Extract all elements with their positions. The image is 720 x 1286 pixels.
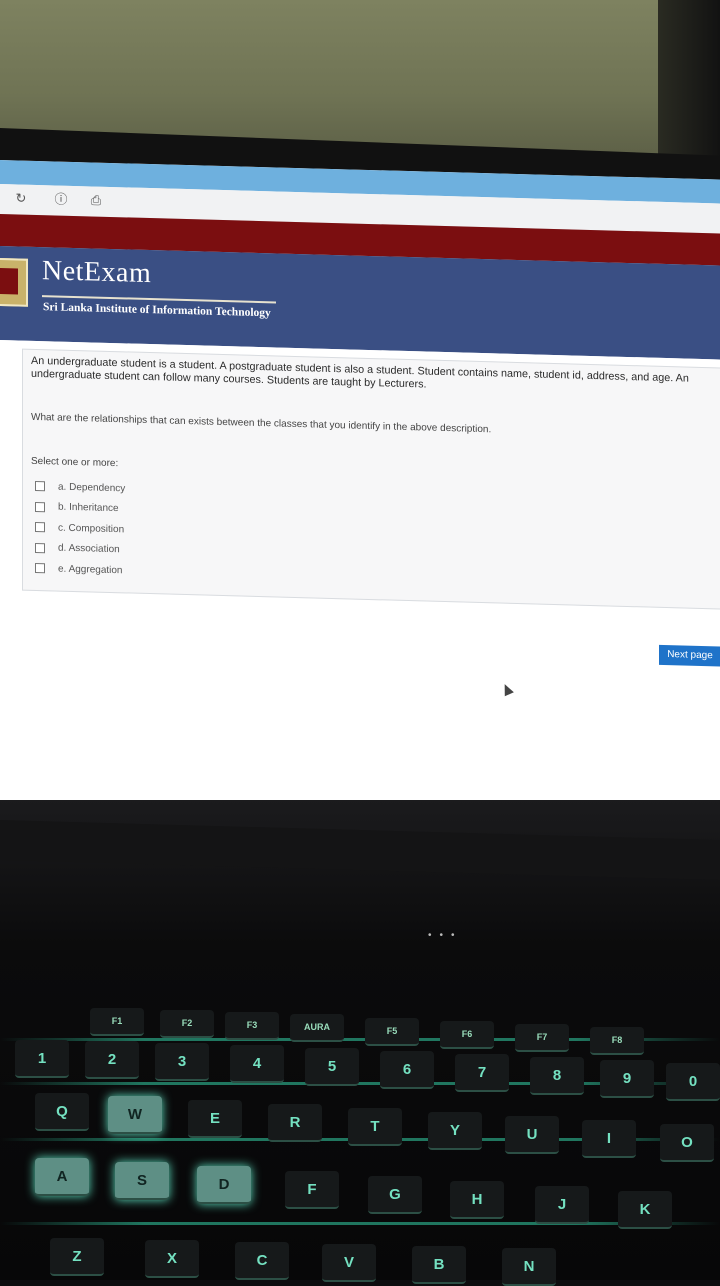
checkbox[interactable] bbox=[35, 563, 45, 574]
key-u[interactable]: U bbox=[505, 1116, 559, 1154]
select-instruction: Select one or more: bbox=[31, 455, 119, 470]
key-g[interactable]: G bbox=[368, 1176, 422, 1214]
page-icon[interactable]: ⎙ bbox=[87, 191, 105, 209]
key-3[interactable]: 3 bbox=[155, 1043, 209, 1081]
option-dependency[interactable]: a. Dependency bbox=[35, 476, 125, 499]
key-v[interactable]: V bbox=[322, 1244, 376, 1282]
brand-subtitle: Sri Lanka Institute of Information Techn… bbox=[43, 301, 271, 320]
answer-options: a. Dependency b. Inheritance c. Composit… bbox=[35, 476, 125, 581]
key-w[interactable]: W bbox=[108, 1096, 162, 1134]
option-label: e. Aggregation bbox=[58, 563, 123, 577]
key-q[interactable]: Q bbox=[35, 1093, 89, 1131]
checkbox[interactable] bbox=[35, 542, 45, 553]
key-o[interactable]: O bbox=[660, 1124, 714, 1162]
option-label: a. Dependency bbox=[58, 481, 126, 495]
key-s[interactable]: S bbox=[115, 1162, 169, 1200]
key-f2[interactable]: F2 bbox=[160, 1010, 214, 1038]
info-icon[interactable]: ⓘ bbox=[52, 190, 70, 208]
key-r[interactable]: R bbox=[268, 1104, 322, 1142]
key-5[interactable]: 5 bbox=[305, 1048, 359, 1086]
key-f3[interactable]: F3 bbox=[225, 1012, 279, 1040]
key-c[interactable]: C bbox=[235, 1242, 289, 1280]
key-f[interactable]: F bbox=[285, 1171, 339, 1209]
option-label: b. Inheritance bbox=[58, 501, 119, 515]
background-shadow bbox=[658, 0, 720, 175]
key-a[interactable]: A bbox=[35, 1158, 89, 1196]
key-7[interactable]: 7 bbox=[455, 1054, 509, 1092]
reload-icon[interactable]: ↻ bbox=[12, 189, 30, 207]
key-d[interactable]: D bbox=[197, 1166, 251, 1204]
key-i[interactable]: I bbox=[582, 1120, 636, 1158]
key-f7[interactable]: F7 bbox=[515, 1024, 569, 1052]
key-glow-line bbox=[0, 1222, 720, 1225]
key-n[interactable]: N bbox=[502, 1248, 556, 1286]
option-aggregation[interactable]: e. Aggregation bbox=[35, 558, 125, 581]
key-k[interactable]: K bbox=[618, 1191, 672, 1229]
question-box: An undergraduate student is a student. A… bbox=[22, 348, 720, 611]
brand-title: NetExam bbox=[42, 255, 152, 290]
key-x[interactable]: X bbox=[145, 1240, 199, 1278]
key-1[interactable]: 1 bbox=[15, 1040, 69, 1078]
status-leds: ••• bbox=[428, 930, 463, 941]
key-e[interactable]: E bbox=[188, 1100, 242, 1138]
question-text: An undergraduate student is a student. A… bbox=[31, 354, 689, 391]
key-f1[interactable]: F1 bbox=[90, 1008, 144, 1036]
key-4[interactable]: 4 bbox=[230, 1045, 284, 1083]
key-2[interactable]: 2 bbox=[85, 1041, 139, 1079]
option-composition[interactable]: c. Composition bbox=[35, 517, 125, 540]
key-j[interactable]: J bbox=[535, 1186, 589, 1224]
key-6[interactable]: 6 bbox=[380, 1051, 434, 1089]
key-h[interactable]: H bbox=[450, 1181, 504, 1219]
option-association[interactable]: d. Association bbox=[35, 537, 125, 560]
mouse-cursor-icon bbox=[500, 682, 514, 697]
option-inheritance[interactable]: b. Inheritance bbox=[35, 496, 125, 519]
checkbox[interactable] bbox=[35, 501, 45, 512]
sliit-logo-icon bbox=[0, 257, 28, 307]
option-label: d. Association bbox=[58, 542, 120, 556]
key-b[interactable]: B bbox=[412, 1246, 466, 1284]
question-prompt: What are the relationships that can exis… bbox=[31, 411, 492, 436]
option-label: c. Composition bbox=[58, 522, 125, 536]
laptop-screen: × ↻ ⓘ ⎙ NetExam Sri Lanka Institute of I… bbox=[0, 160, 720, 840]
key-z[interactable]: Z bbox=[50, 1238, 104, 1276]
checkbox[interactable] bbox=[35, 522, 45, 533]
key-y[interactable]: Y bbox=[428, 1112, 482, 1150]
key-8[interactable]: 8 bbox=[530, 1057, 584, 1095]
key-9[interactable]: 9 bbox=[600, 1060, 654, 1098]
next-page-button[interactable]: Next page bbox=[659, 644, 720, 667]
key-t[interactable]: T bbox=[348, 1108, 402, 1146]
key-f6[interactable]: F6 bbox=[440, 1021, 494, 1049]
key-aura[interactable]: AURA bbox=[290, 1014, 344, 1042]
key-0[interactable]: 0 bbox=[666, 1063, 720, 1101]
key-f5[interactable]: F5 bbox=[365, 1018, 419, 1046]
checkbox[interactable] bbox=[35, 481, 45, 492]
key-f8[interactable]: F8 bbox=[590, 1027, 644, 1055]
page-content: An undergraduate student is a student. A… bbox=[0, 340, 720, 840]
